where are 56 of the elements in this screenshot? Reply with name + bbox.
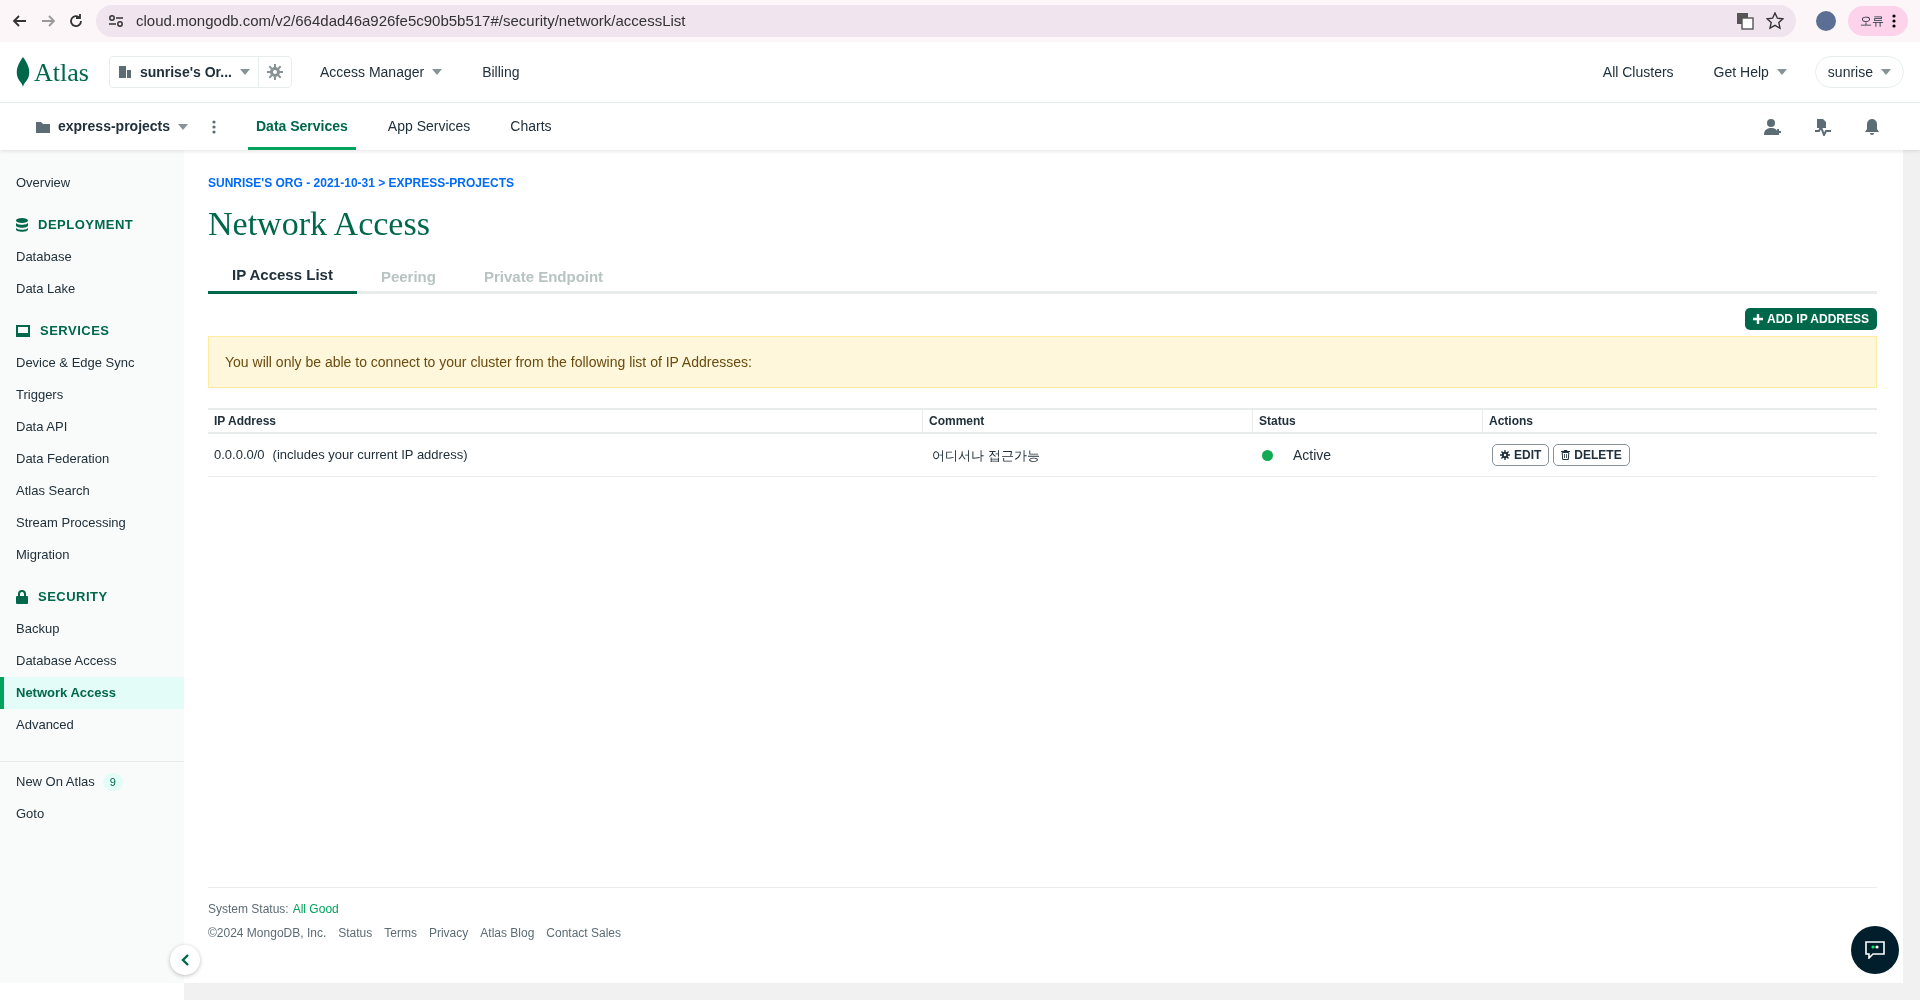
logo-text[interactable]: Atlas (34, 52, 89, 92)
breadcrumb[interactable]: SUNRISE'S ORG - 2021-10-31 > EXPRESS-PROJECTS (208, 174, 514, 192)
nav-tab[interactable]: Charts (502, 103, 560, 150)
nav-tab[interactable]: Data Services (248, 103, 356, 150)
column-header: Comment (929, 413, 985, 430)
sidebar-item[interactable]: Database Access (0, 645, 184, 677)
status-text: Active (1293, 445, 1332, 465)
page-tab[interactable]: IP Access List (208, 260, 357, 294)
section-heading: SERVICES (40, 322, 110, 341)
add-ip-button[interactable]: ADD IP ADDRESS (1744, 308, 1877, 330)
comment-text: 어디서나 접근가능 (932, 448, 1040, 463)
section-heading: DEPLOYMENT (38, 216, 134, 235)
url-text: cloud.mongodb.com/v2/664dad46a926fe5c90b5b517#/security/network/accessList (136, 10, 687, 31)
sidebar-item[interactable]: Overview (0, 167, 184, 199)
column-header: Actions (1489, 413, 1533, 430)
sidebar-item[interactable]: Backup (0, 613, 184, 645)
footer-link[interactable]: Contact Sales (546, 924, 622, 942)
footer-link[interactable]: Terms (384, 924, 417, 942)
edit-button[interactable]: EDIT (1492, 444, 1550, 466)
ip-note: (includes your current IP address) (272, 446, 468, 465)
system-status-label: System Status: (208, 901, 289, 918)
footer-link[interactable]: Privacy (428, 924, 469, 942)
sidebar-item[interactable]: Migration (0, 539, 184, 571)
nav-link[interactable]: Get Help (1701, 61, 1799, 83)
sidebar-item[interactable]: Database (0, 241, 184, 273)
sidebar-item[interactable]: Advanced (0, 709, 184, 741)
sidebar-item[interactable]: Device & Edge Sync (0, 347, 184, 379)
sidebar-item[interactable]: New On Atlas (16, 772, 95, 792)
info-banner: You will only be able to connect to your cluster from the following list of IP Addresses: (208, 336, 1877, 388)
address-bar[interactable]: cloud.mongodb.com/v2/664dad46a926fe5c90b5b517#/security/network/accessList (96, 5, 1796, 37)
sidebar-item[interactable]: Data Federation (0, 443, 184, 475)
sidebar-item[interactable]: Stream Processing (0, 507, 184, 539)
section-heading: SECURITY (38, 588, 108, 607)
nav-link[interactable]: Billing (470, 61, 532, 83)
ip-address: 0.0.0.0/0 (214, 446, 265, 465)
org-name: sunrise's Or... (139, 62, 232, 82)
nav-link[interactable]: Access Manager (307, 61, 455, 83)
column-header: IP Address (214, 413, 277, 430)
org-selector[interactable]: sunrise's Or... (108, 56, 292, 88)
sidebar-item[interactable]: Atlas Search (0, 475, 184, 507)
count-badge: 9 (102, 772, 123, 792)
nav-tab[interactable]: App Services (379, 103, 479, 150)
column-header: Status (1259, 413, 1296, 430)
nav-link[interactable]: All Clusters (1590, 61, 1686, 83)
sidebar-item[interactable]: Data Lake (0, 273, 184, 305)
sidebar-item[interactable]: Goto (16, 804, 45, 824)
project-selector[interactable]: express-projects (36, 116, 196, 137)
footer-link[interactable]: Atlas Blog (480, 924, 535, 942)
delete-button[interactable]: DELETE (1553, 444, 1630, 466)
sidebar-item[interactable]: Data API (0, 411, 184, 443)
sidebar-item[interactable]: Network Access (0, 677, 184, 709)
footer-link[interactable]: Status (338, 924, 373, 942)
profile-button[interactable]: 오류 (1848, 6, 1908, 36)
page-title: Network Access (208, 204, 430, 244)
sidebar-item[interactable]: Triggers (0, 379, 184, 411)
copyright-text: ©2024 MongoDB, Inc. (208, 925, 327, 942)
